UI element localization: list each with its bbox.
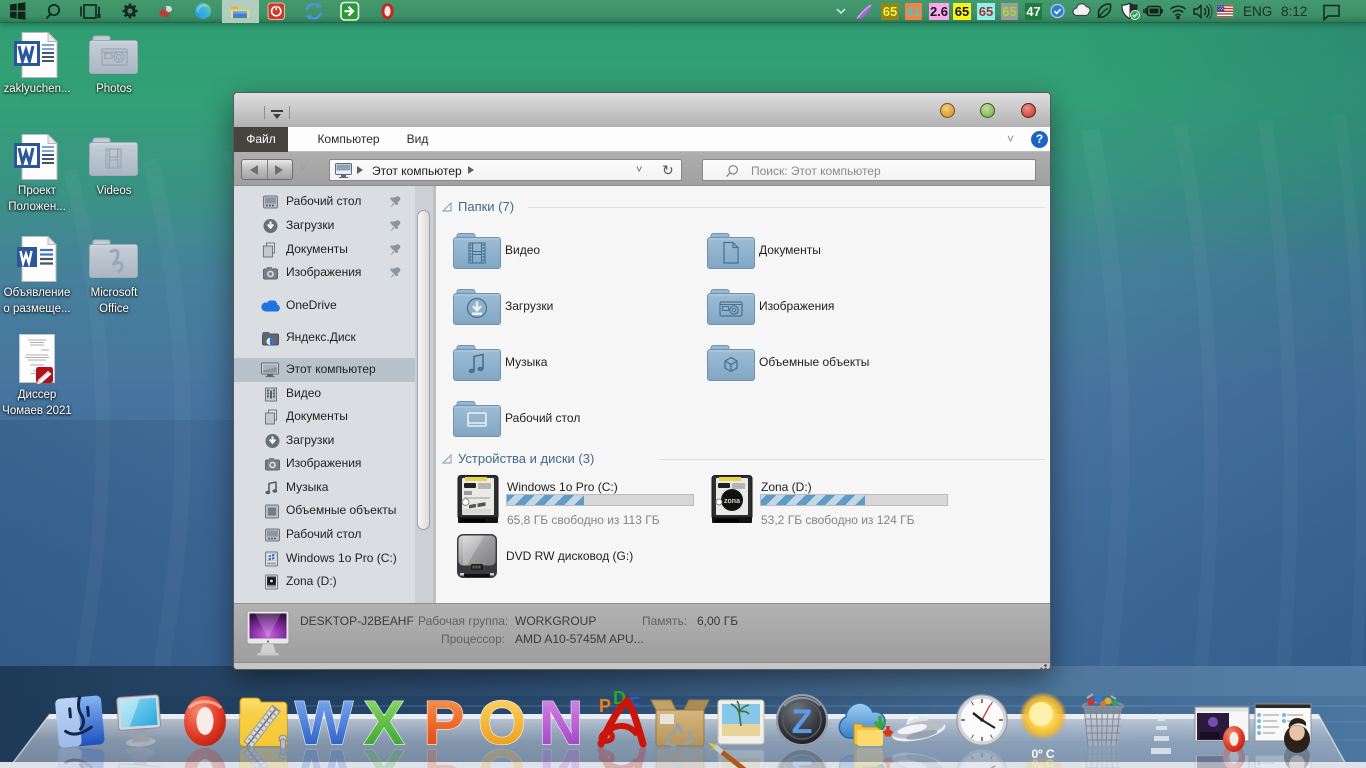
- svg-text:8:12: 8:12: [1281, 4, 1307, 19]
- svg-text:ENG: ENG: [1243, 4, 1272, 19]
- svg-text:47: 47: [1026, 4, 1040, 19]
- svg-text:zona: zona: [724, 498, 740, 505]
- svg-text:65: 65: [979, 4, 993, 19]
- svg-text:65: 65: [1002, 4, 1016, 19]
- svg-text:65: 65: [883, 4, 897, 19]
- svg-text:65: 65: [955, 4, 969, 19]
- svg-text:0ₒ C: 0ₒ C: [1032, 758, 1054, 768]
- svg-text:41: 41: [906, 4, 920, 19]
- svg-text:2.6: 2.6: [930, 4, 948, 19]
